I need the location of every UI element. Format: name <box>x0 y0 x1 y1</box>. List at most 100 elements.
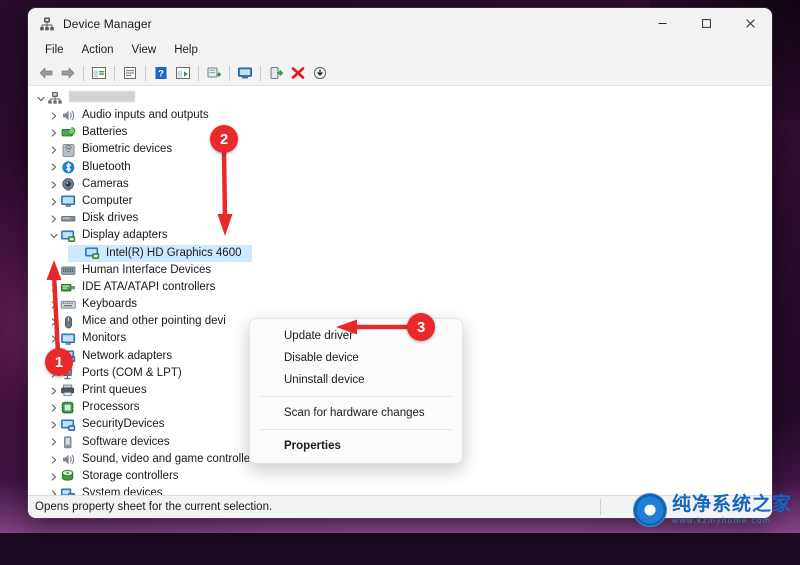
chevron-right-icon[interactable] <box>47 129 60 137</box>
tree-node-label <box>69 91 135 106</box>
toolbar-separator <box>114 65 115 81</box>
client-area: Audio inputs and outputs Batteries Biometr… <box>28 85 772 495</box>
tree-node-label: Cameras <box>82 177 129 190</box>
update-driver-icon[interactable] <box>172 63 194 83</box>
battery-icon <box>60 125 77 140</box>
tree-node-label: Audio inputs and outputs <box>82 109 209 122</box>
tree-node-label: Software devices <box>82 435 170 448</box>
show-hide-console-tree-icon[interactable] <box>88 63 110 83</box>
toolbar-separator <box>145 65 146 81</box>
tree-node-label: Human Interface Devices <box>82 263 212 276</box>
tree-node-label: Biometric devices <box>82 143 173 156</box>
display-adapter-icon <box>84 246 101 261</box>
back-icon[interactable] <box>35 63 57 83</box>
tree-node[interactable]: Disk drives <box>28 210 772 227</box>
tree-node[interactable]: Display adapters <box>28 228 772 245</box>
tree-node[interactable]: Human Interface Devices <box>28 262 772 279</box>
maximize-button[interactable] <box>684 8 728 39</box>
tree-node[interactable]: Intel(R) HD Graphics 4600 <box>28 244 772 262</box>
tree-node-label: System devices <box>82 487 163 495</box>
storage-icon <box>60 469 77 484</box>
chevron-right-icon[interactable] <box>47 421 60 429</box>
computer-icon[interactable] <box>234 63 256 83</box>
chevron-right-icon[interactable] <box>47 473 60 481</box>
monitor-icon <box>60 194 77 209</box>
context-menu-item[interactable]: Disable device <box>250 347 462 369</box>
menu-action[interactable]: Action <box>73 42 123 58</box>
help-icon[interactable]: ? <box>150 63 172 83</box>
toolbar: ? <box>28 61 772 85</box>
chevron-right-icon[interactable] <box>47 198 60 206</box>
tree-node[interactable]: IDE ATA/ATAPI controllers <box>28 279 772 296</box>
tree-node-label: Computer <box>82 194 133 207</box>
title-bar: Device Manager <box>28 8 772 39</box>
annotation-badge-1: 1 <box>45 348 73 376</box>
annotation-badge-3: 3 <box>407 313 435 341</box>
tree-node[interactable]: Batteries <box>28 124 772 141</box>
tree-node[interactable]: Storage controllers <box>28 468 772 485</box>
close-button[interactable] <box>728 8 772 39</box>
window-controls <box>640 8 772 39</box>
minimize-button[interactable] <box>640 8 684 39</box>
tree-node-label: Keyboards <box>82 298 137 311</box>
chevron-right-icon[interactable] <box>47 163 60 171</box>
window-title: Device Manager <box>63 16 152 31</box>
annotation-badge-2: 2 <box>210 125 238 153</box>
disk-icon <box>60 211 77 226</box>
properties-icon[interactable] <box>119 63 141 83</box>
menu-file[interactable]: File <box>36 42 73 58</box>
tree-node-label: Print queues <box>82 384 147 397</box>
chevron-right-icon[interactable] <box>47 215 60 223</box>
device-manager-window: Device Manager File Action View Help ? A… <box>28 8 772 518</box>
enable-device-icon[interactable] <box>265 63 287 83</box>
tree-node-label: SecurityDevices <box>82 418 165 431</box>
software-device-icon <box>60 435 77 450</box>
tree-node-label: Mice and other pointing devi <box>82 315 226 328</box>
forward-icon[interactable] <box>57 63 79 83</box>
menu-help[interactable]: Help <box>165 42 207 58</box>
chevron-right-icon[interactable] <box>47 455 60 464</box>
chevron-right-icon[interactable] <box>47 404 60 412</box>
chevron-right-icon[interactable] <box>47 438 60 446</box>
tree-node-label: Ports (COM & LPT) <box>82 366 182 379</box>
bluetooth-icon <box>60 160 77 175</box>
tree-node-label: Disk drives <box>82 212 139 225</box>
tree-node[interactable]: Cameras <box>28 176 772 193</box>
watermark-brand-cn: 纯净系统之家 <box>671 493 792 516</box>
status-separator <box>600 499 601 515</box>
camera-icon <box>60 177 77 192</box>
context-menu-separator <box>260 429 452 430</box>
tree-node-label: Storage controllers <box>82 469 179 482</box>
tree-node[interactable]: Biometric devices <box>28 142 772 159</box>
uninstall-device-icon[interactable] <box>287 63 309 83</box>
context-menu-item[interactable]: Uninstall device <box>250 369 462 391</box>
tree-node-label: Batteries <box>82 126 128 139</box>
menu-view[interactable]: View <box>123 42 166 58</box>
scan-hardware-changes-icon[interactable] <box>203 63 225 83</box>
tree-node-label: Processors <box>82 401 140 414</box>
download-icon[interactable] <box>309 63 331 83</box>
context-menu-item[interactable]: Scan for hardware changes <box>250 402 462 424</box>
chevron-down-icon[interactable] <box>34 95 47 103</box>
tree-node-label: Sound, video and game controllers <box>82 452 260 465</box>
watermark-url: www.kzmyhome.com <box>671 515 772 526</box>
chevron-right-icon[interactable] <box>47 387 60 395</box>
chevron-right-icon[interactable] <box>47 112 60 120</box>
tree-node[interactable]: Computer <box>28 193 772 210</box>
system-device-icon <box>60 486 77 495</box>
chevron-right-icon[interactable] <box>47 146 60 154</box>
context-menu-item[interactable]: Properties <box>250 435 462 457</box>
context-menu-separator <box>260 396 452 397</box>
device-manager-icon <box>38 15 56 33</box>
chevron-right-icon[interactable] <box>47 180 60 189</box>
status-text: Opens property sheet for the current sel… <box>35 501 273 513</box>
printer-icon <box>60 383 77 398</box>
tree-node-root[interactable] <box>28 90 772 107</box>
redacted-computer-name <box>69 91 135 103</box>
watermark: 纯净系统之家 www.kzmyhome.com <box>632 493 792 527</box>
computer-node-icon <box>47 91 64 106</box>
tree-node-label: Network adapters <box>82 349 173 362</box>
toolbar-separator <box>198 65 199 81</box>
tree-node[interactable]: Bluetooth <box>28 159 772 176</box>
tree-node[interactable]: Audio inputs and outputs <box>28 107 772 124</box>
